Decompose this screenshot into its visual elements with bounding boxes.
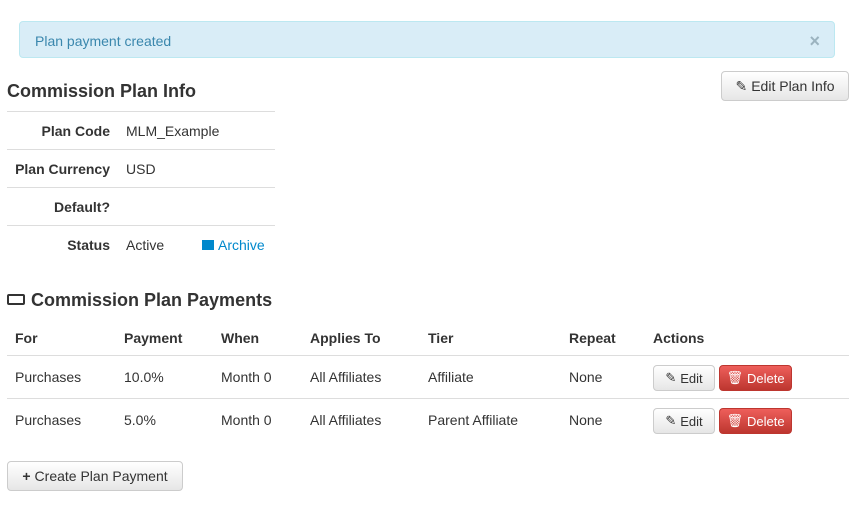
info-label: Plan Code: [41, 123, 110, 139]
info-row-plan-code: Plan Code MLM_Example: [7, 111, 275, 149]
info-row-plan-currency: Plan Currency USD: [7, 149, 275, 187]
delete-label: Delete: [746, 370, 785, 386]
edit-label: Edit: [680, 413, 703, 429]
info-value: USD: [126, 161, 156, 177]
archive-label: Archive: [218, 237, 265, 253]
cell-when: Month 0: [221, 412, 272, 428]
close-alert-button[interactable]: ×: [809, 31, 820, 52]
column-header: Payment: [124, 330, 183, 346]
info-row-default: Default?: [7, 187, 275, 225]
cell-repeat: None: [569, 369, 603, 385]
delete-label: Delete: [746, 413, 785, 429]
table-row: Purchases 10.0% Month 0 All Affiliates A…: [7, 355, 849, 398]
create-plan-payment-label: Create Plan Payment: [34, 468, 168, 484]
create-plan-payment-button[interactable]: + Create Plan Payment: [7, 461, 183, 491]
info-row-status: Status Active Archive: [7, 225, 275, 263]
cell-applies-to: All Affiliates: [310, 412, 382, 428]
cell-payment: 10.0%: [124, 369, 164, 385]
edit-payment-button[interactable]: ✎ Edit: [653, 365, 715, 391]
info-value: MLM_Example: [126, 123, 220, 139]
cell-tier: Affiliate: [428, 369, 474, 385]
payments-title-text: Commission Plan Payments: [31, 290, 273, 310]
column-header: Tier: [428, 330, 454, 346]
plan-info-title: Commission Plan Info: [7, 81, 197, 101]
payments-table: For Payment When Applies To Tier Repeat …: [7, 318, 849, 441]
alert-message: Plan payment created: [35, 33, 172, 49]
delete-payment-button[interactable]: 🗑 Delete: [719, 408, 792, 434]
archive-link[interactable]: Archive: [202, 237, 265, 253]
edit-icon: ✎: [735, 77, 748, 94]
column-header: For: [15, 330, 38, 346]
info-label: Status: [67, 237, 110, 253]
info-label: Default?: [54, 199, 110, 215]
table-row: Purchases 5.0% Month 0 All Affiliates Pa…: [7, 398, 849, 441]
plan-info-table: Plan Code MLM_Example Plan Currency USD De…: [7, 111, 275, 263]
edit-plan-info-button[interactable]: ✎ Edit Plan Info: [721, 71, 849, 101]
success-alert: Plan payment created ×: [19, 21, 835, 58]
money-icon: [7, 294, 25, 305]
cell-applies-to: All Affiliates: [310, 369, 382, 385]
payments-title: Commission Plan Payments: [7, 290, 272, 311]
column-header: Applies To: [310, 330, 381, 346]
info-label: Plan Currency: [15, 161, 110, 177]
edit-label: Edit: [680, 370, 703, 386]
column-header: Actions: [653, 330, 705, 346]
table-header: For Payment When Applies To Tier Repeat …: [7, 318, 849, 355]
cell-when: Month 0: [221, 369, 272, 385]
trash-icon: 🗑: [726, 370, 743, 385]
cell-tier: Parent Affiliate: [428, 412, 519, 428]
edit-icon: ✎: [665, 370, 677, 385]
archive-icon: [202, 240, 214, 250]
edit-payment-button[interactable]: ✎ Edit: [653, 408, 715, 434]
cell-payment: 5.0%: [124, 412, 156, 428]
edit-icon: ✎: [665, 413, 677, 428]
cell-repeat: None: [569, 412, 603, 428]
plus-icon: +: [22, 468, 31, 484]
column-header: When: [221, 330, 260, 346]
column-header: Repeat: [569, 330, 616, 346]
edit-plan-info-label: Edit Plan Info: [751, 78, 835, 94]
cell-for: Purchases: [15, 412, 82, 428]
info-value: Active: [126, 237, 165, 253]
delete-payment-button[interactable]: 🗑 Delete: [719, 365, 792, 391]
trash-icon: 🗑: [726, 413, 743, 428]
cell-for: Purchases: [15, 369, 82, 385]
